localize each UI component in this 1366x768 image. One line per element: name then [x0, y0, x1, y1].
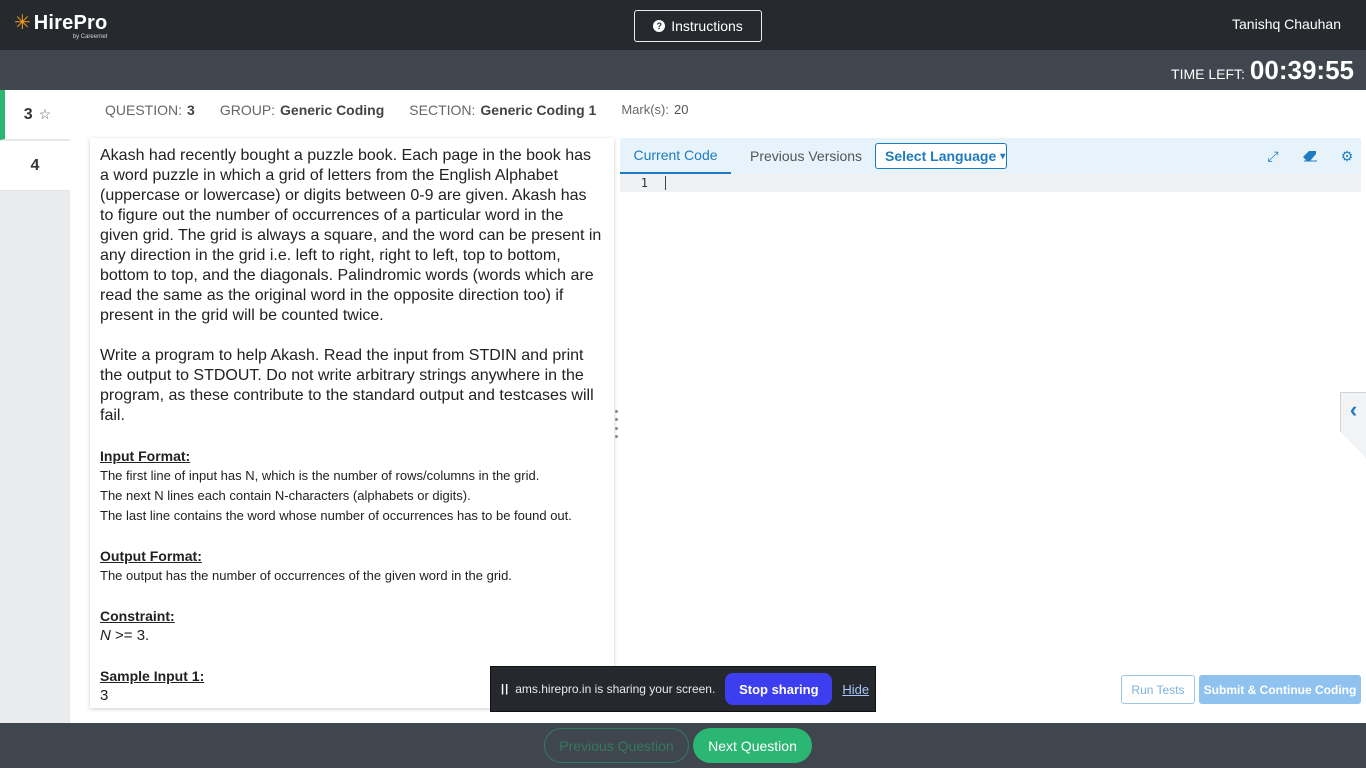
- eraser-icon[interactable]: [1302, 148, 1318, 164]
- logo-burst-icon: ✳: [14, 12, 31, 34]
- question-nav-item-4[interactable]: 4: [0, 141, 70, 191]
- active-line-highlight: [620, 174, 1361, 192]
- pause-icon: | |: [501, 683, 508, 695]
- constraint-heading: Constraint:: [100, 608, 175, 624]
- brand-name: HirePro: [33, 12, 108, 34]
- share-message: ams.hirepro.in is sharing your screen.: [515, 682, 716, 696]
- question-paragraph: Write a program to help Akash. Read the …: [100, 347, 594, 424]
- code-editor-panel: Current Code Previous Versions Select La…: [620, 138, 1361, 668]
- timer-bar: TIME LEFT: 00:39:55: [0, 50, 1366, 90]
- hide-link[interactable]: Hide: [842, 682, 869, 697]
- tab-previous-versions[interactable]: Previous Versions: [750, 138, 862, 174]
- line-number: 1: [640, 176, 648, 190]
- expand-icon[interactable]: ⤢: [1265, 148, 1281, 164]
- tab-current-code[interactable]: Current Code: [620, 138, 731, 174]
- question-paragraph: Akash had recently bought a puzzle book.…: [100, 147, 602, 324]
- bottom-nav-bar: Previous Question Next Question: [0, 723, 1366, 768]
- run-tests-button[interactable]: Run Tests: [1121, 675, 1195, 704]
- instructions-button[interactable]: ? Instructions: [634, 10, 762, 42]
- settings-gear-icon[interactable]: ⚙: [1339, 148, 1355, 164]
- top-header: ✳ HirePro by Careernet ? Instructions Ta…: [0, 0, 1366, 50]
- submit-continue-button[interactable]: Submit & Continue Coding: [1199, 675, 1361, 704]
- screen-share-banner: | | ams.hirepro.in is sharing your scree…: [490, 666, 876, 712]
- question-number: 3: [23, 105, 33, 123]
- question-navigator: 3 ☆ 4: [0, 90, 70, 723]
- meta-group: GROUP: Generic Coding: [219, 102, 385, 118]
- chevron-down-icon: ▾: [1000, 150, 1006, 162]
- question-body: Akash had recently bought a puzzle book.…: [100, 146, 604, 426]
- time-left-value: 00:39:55: [1249, 55, 1354, 85]
- input-format-line: The first line of input has N, which is …: [100, 468, 540, 483]
- previous-question-button[interactable]: Previous Question: [544, 728, 689, 763]
- input-format-line: The last line contains the word whose nu…: [100, 508, 572, 523]
- question-panel[interactable]: Akash had recently bought a puzzle book.…: [90, 138, 614, 708]
- time-left: TIME LEFT: 00:39:55: [1171, 55, 1354, 86]
- meta-question: QUESTION: 3: [105, 102, 195, 118]
- output-format-line: The output has the number of occurrences…: [100, 568, 512, 583]
- meta-section: SECTION: Generic Coding 1: [409, 102, 597, 118]
- constraint-line: N >= 3.: [100, 627, 150, 644]
- star-icon[interactable]: ☆: [39, 106, 52, 123]
- question-nav-item-3[interactable]: 3 ☆: [0, 90, 70, 140]
- language-select[interactable]: Select Language ▾: [875, 143, 1007, 169]
- language-select-value: Select Language: [885, 148, 997, 164]
- time-left-label: TIME LEFT:: [1171, 66, 1245, 82]
- instructions-label: Instructions: [671, 18, 743, 34]
- text-cursor[interactable]: [665, 176, 666, 190]
- chevron-left-icon: ‹: [1349, 397, 1358, 422]
- input-format-line: The next N lines each contain N-characte…: [100, 488, 471, 503]
- question-number: 4: [30, 156, 40, 174]
- next-question-button[interactable]: Next Question: [693, 728, 812, 763]
- output-format-heading: Output Format:: [100, 548, 202, 564]
- editor-tabs: Current Code Previous Versions Select La…: [620, 138, 1361, 174]
- brand-subtitle: by Careernet: [72, 34, 108, 40]
- user-name[interactable]: Tanishq Chauhan: [1232, 16, 1341, 32]
- stop-sharing-button[interactable]: Stop sharing: [725, 673, 833, 705]
- help-icon: ?: [653, 20, 666, 32]
- panel-resize-handle[interactable]: [614, 410, 618, 438]
- hirepro-logo: ✳ HirePro by Careernet: [14, 12, 107, 40]
- input-format-heading: Input Format:: [100, 448, 191, 464]
- meta-marks: Mark(s): 20: [621, 102, 689, 117]
- question-meta: QUESTION: 3 GROUP: Generic Coding SECTION:…: [105, 102, 688, 118]
